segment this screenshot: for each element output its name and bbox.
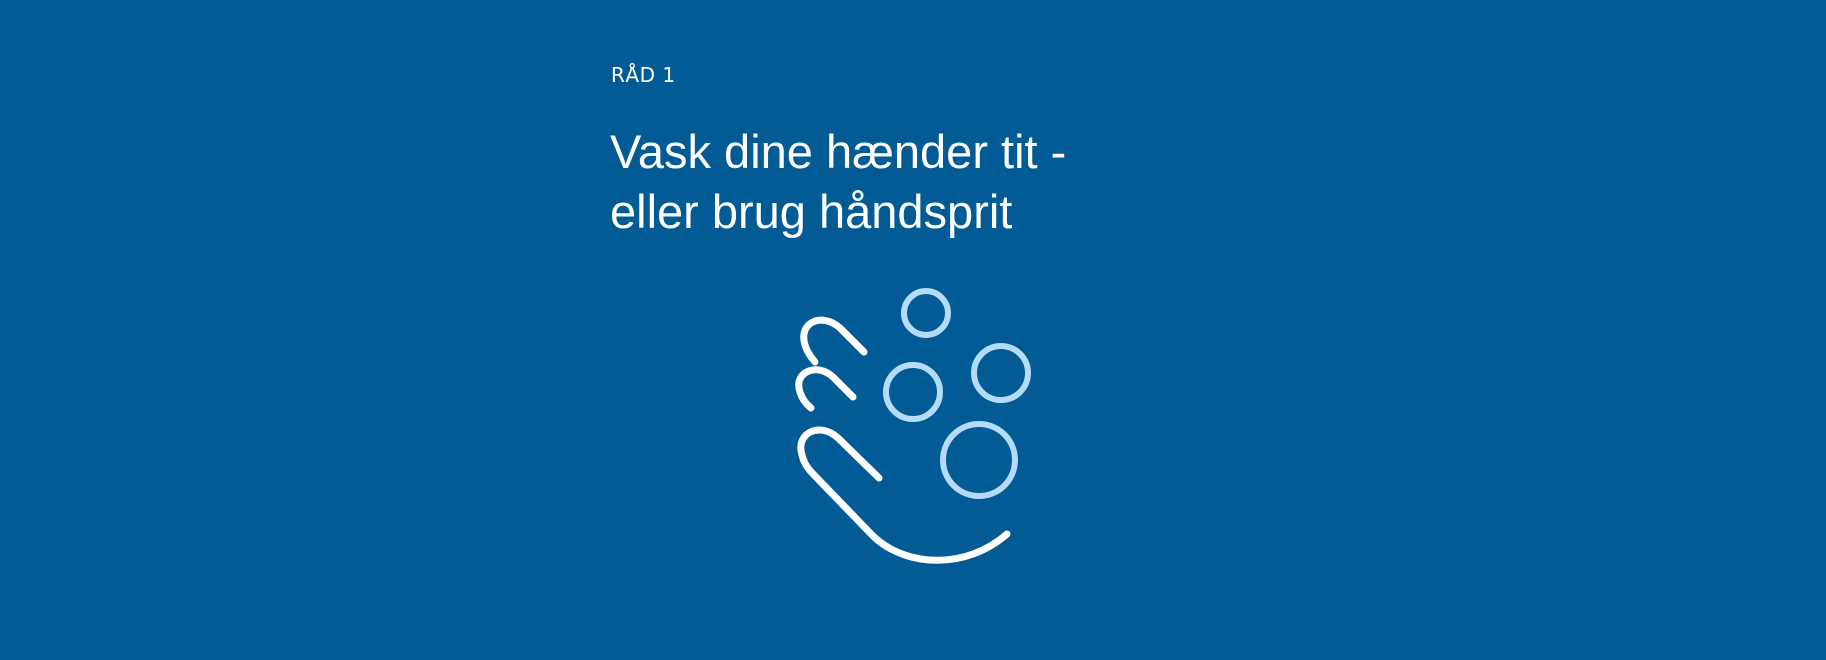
bubble-icon bbox=[883, 362, 943, 422]
hand-washing-icon bbox=[780, 280, 1040, 580]
tip-number-label: RÅD 1 bbox=[611, 63, 676, 87]
bubble-icon bbox=[971, 343, 1031, 403]
tip-headline: Vask dine hænder tit - eller brug håndsp… bbox=[610, 122, 1230, 242]
tip-panel: RÅD 1 Vask dine hænder tit - eller brug … bbox=[0, 0, 1826, 660]
bubble-icon bbox=[940, 421, 1018, 499]
bubble-icon bbox=[901, 288, 951, 338]
hand-icon bbox=[795, 316, 1011, 564]
tip-headline-line-2: eller brug håndsprit bbox=[610, 185, 1013, 238]
tip-headline-line-1: Vask dine hænder tit - bbox=[610, 125, 1067, 178]
